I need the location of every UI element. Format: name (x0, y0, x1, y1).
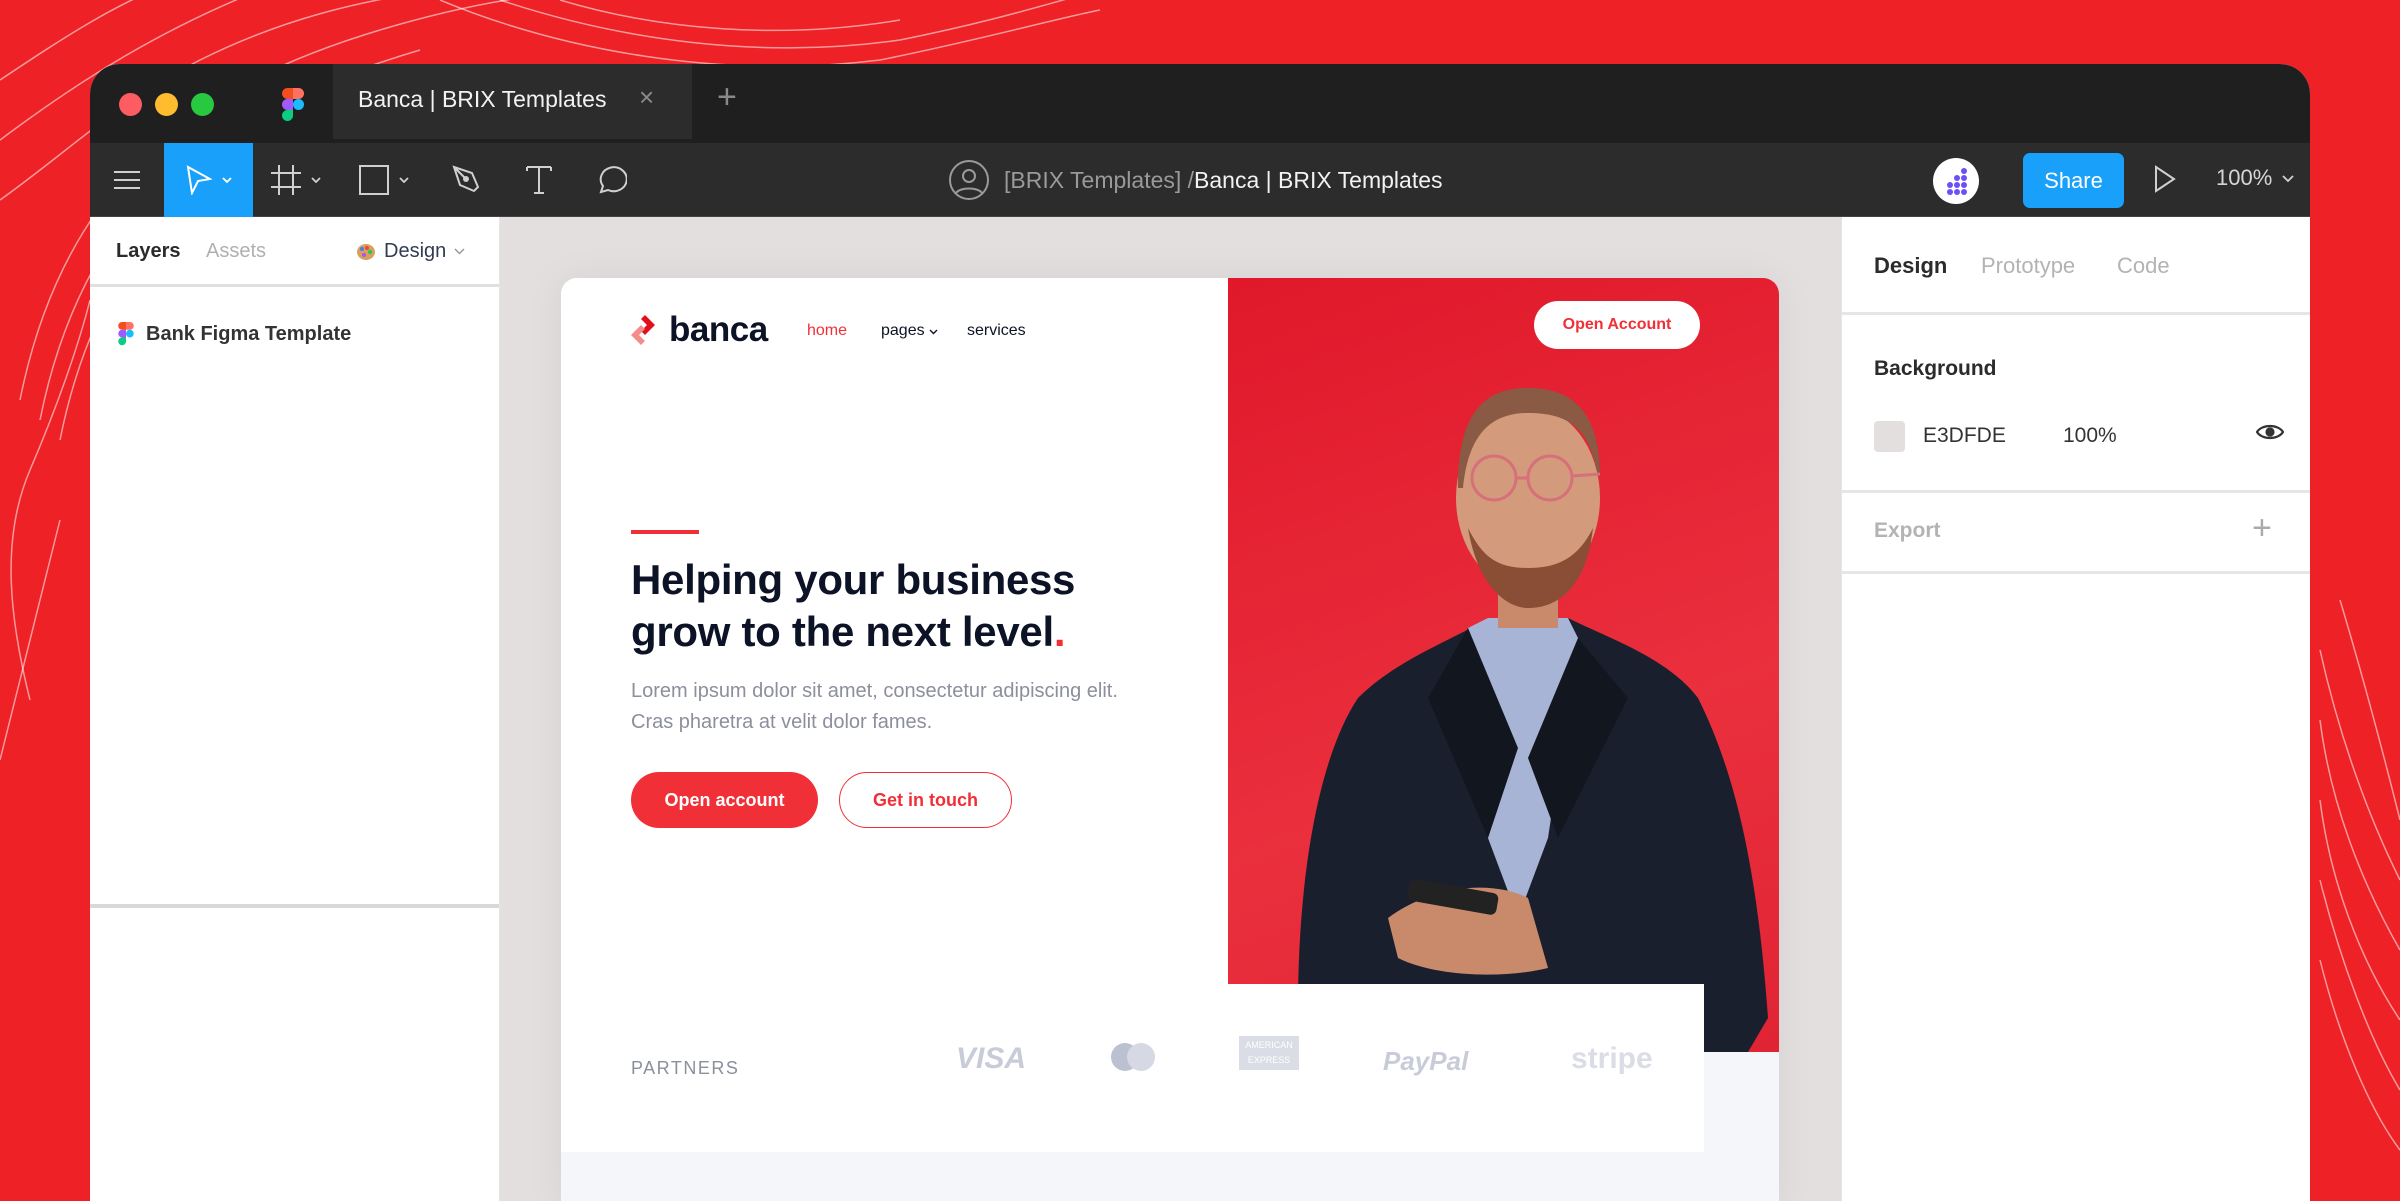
pen-nib-icon (452, 165, 480, 193)
file-tab[interactable]: Banca | BRIX Templates × (333, 64, 692, 139)
hamburger-menu-icon (114, 171, 140, 189)
maximize-window-button[interactable] (191, 93, 214, 116)
close-window-button[interactable] (119, 93, 142, 116)
tab-assets[interactable]: Assets (206, 240, 266, 263)
user-avatar-icon (949, 160, 989, 200)
chevron-down-icon (399, 177, 409, 183)
right-panel-tabs: Design Prototype Code (1842, 217, 2310, 315)
banca-logo-icon (631, 315, 655, 345)
tab-prototype[interactable]: Prototype (1981, 253, 2075, 279)
dots-avatar-icon (1947, 168, 1967, 195)
share-button[interactable]: Share (2023, 153, 2124, 208)
chevron-down-icon (454, 248, 465, 255)
main-menu-button[interactable] (90, 143, 164, 217)
hero-headline: Helping your business grow to the next l… (631, 554, 1131, 658)
zoom-dropdown[interactable]: 100% (2216, 165, 2294, 191)
new-tab-icon[interactable]: + (717, 78, 737, 117)
background-section-title: Background (1874, 357, 1997, 380)
visa-logo: VISA (956, 1042, 1027, 1075)
nav-pages-label: pages (881, 322, 925, 339)
background-fill-row: E3DFDE 100% (1874, 419, 2284, 453)
mastercard-logo (1111, 1043, 1155, 1071)
businessman-photo (1298, 388, 1768, 1052)
page-name: Design (384, 240, 447, 262)
palette-icon (357, 243, 375, 260)
file-name: Banca | BRIX Templates (1194, 166, 1443, 193)
hero-subtext: Lorem ipsum dolor sit amet, consectetur … (631, 680, 1118, 733)
nav-pages[interactable]: pages (881, 322, 938, 340)
toolbar: [BRIX Templates] /Banca | BRIX Templates… (90, 143, 2310, 217)
stripe-logo: stripe (1571, 1042, 1653, 1075)
layer-name: Bank Figma Template (146, 322, 352, 345)
minimize-window-button[interactable] (155, 93, 178, 116)
left-panel-tabs: Layers Assets Design (90, 217, 499, 287)
add-export-icon[interactable]: + (2252, 509, 2272, 548)
nav-services[interactable]: services (967, 322, 1026, 340)
eye-visibility-icon[interactable] (2256, 423, 2284, 441)
bank-figma-template-frame[interactable]: banca home pages services Open Account H… (561, 278, 1779, 1201)
paypal-logo: PayPal (1383, 1046, 1469, 1076)
pen-tool-button[interactable] (442, 143, 492, 217)
zoom-value: 100% (2216, 165, 2273, 190)
frame-hash-icon (271, 165, 301, 195)
layer-item[interactable]: Bank Figma Template (118, 322, 351, 346)
background-hex-input[interactable]: E3DFDE (1923, 424, 2063, 448)
rectangle-icon (359, 165, 389, 195)
close-tab-icon[interactable]: × (639, 82, 654, 113)
team-name: [BRIX Templates] / (1004, 166, 1195, 193)
amex-logo: AMERICAN EXPRESS (1239, 1036, 1299, 1070)
get-in-touch-button[interactable]: Get in touch (839, 772, 1012, 828)
figma-logo-icon[interactable] (282, 88, 304, 122)
comment-tool-button[interactable] (586, 143, 636, 217)
file-breadcrumb[interactable]: [BRIX Templates] /Banca | BRIX Templates (948, 155, 1443, 205)
chevron-down-icon (311, 177, 321, 183)
title-bar: Banca | BRIX Templates × + (90, 64, 2310, 143)
tab-code[interactable]: Code (2117, 253, 2170, 279)
figma-window: Banca | BRIX Templates × + [BRIX Templat… (90, 64, 2310, 1201)
page-selector[interactable]: Design (356, 240, 465, 263)
open-account-button[interactable]: Open account (631, 772, 818, 828)
chevron-down-icon (2282, 174, 2294, 182)
text-tool-button[interactable] (514, 143, 564, 217)
brand-logo[interactable]: banca (631, 310, 768, 350)
panel-divider (1842, 490, 2310, 493)
tab-design[interactable]: Design (1874, 253, 1947, 279)
canvas[interactable]: banca home pages services Open Account H… (500, 217, 1931, 1201)
open-account-nav-button[interactable]: Open Account (1534, 301, 1700, 349)
chevron-down-icon (221, 177, 232, 183)
headline-dot: . (1053, 608, 1066, 655)
frame-tool-button[interactable] (266, 143, 326, 217)
tab-layers[interactable]: Layers (116, 240, 181, 263)
panel-divider (1842, 571, 2310, 574)
layers-panel: Layers Assets Design Bank Figma Template (90, 217, 500, 1201)
background-color-swatch[interactable] (1874, 420, 1905, 452)
brand-name: banca (669, 310, 768, 349)
chevron-down-icon (929, 329, 938, 335)
comment-bubble-icon (599, 166, 627, 194)
headline-text: Helping your business grow to the next l… (631, 556, 1076, 655)
partners-label: PARTNERS (631, 1058, 740, 1078)
present-play-icon[interactable] (2154, 165, 2176, 193)
nav-home[interactable]: home (807, 322, 847, 340)
export-section-title: Export (1874, 519, 1941, 542)
amex-line-2: EXPRESS (1247, 1055, 1291, 1065)
amex-line-1: AMERICAN (1245, 1040, 1293, 1050)
background-opacity-input[interactable]: 100% (2063, 424, 2117, 448)
move-tool-button[interactable] (164, 143, 253, 217)
properties-panel: Design Prototype Code Background E3DFDE … (1841, 217, 2310, 1201)
hero-content (561, 278, 1228, 1048)
accent-line (631, 530, 699, 534)
shape-tool-button[interactable] (354, 143, 414, 217)
text-t-icon (526, 166, 552, 194)
panel-divider[interactable] (90, 904, 499, 908)
partners-section: PARTNERS VISA AMERICAN EXPRESS PayPal str… (561, 984, 1704, 1152)
hero-photo (1228, 278, 1779, 1052)
cursor-arrow-icon (186, 165, 212, 195)
multiplayer-avatar[interactable] (1933, 158, 1979, 204)
figma-file-icon (118, 322, 134, 346)
tab-title: Banca | BRIX Templates (358, 86, 607, 112)
